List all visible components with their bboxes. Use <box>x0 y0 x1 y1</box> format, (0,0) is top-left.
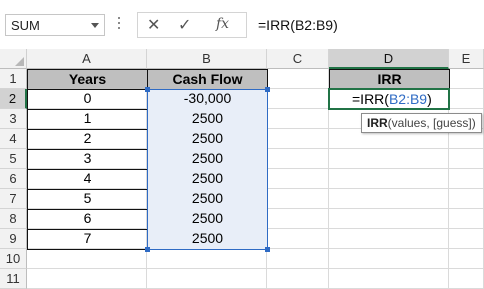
grid-cell[interactable] <box>449 189 484 209</box>
header-cash-flow[interactable]: Cash Flow <box>147 69 268 90</box>
grid-cell[interactable] <box>329 249 449 269</box>
cash-flow-cell[interactable]: 2500 <box>147 189 268 210</box>
year-cell[interactable]: 3 <box>27 149 148 170</box>
grid-cell[interactable] <box>267 189 329 209</box>
year-cell[interactable]: 5 <box>27 189 148 210</box>
edit-range-ref: B2:B9 <box>388 91 428 107</box>
row-header[interactable]: 11 <box>0 269 27 289</box>
year-cell[interactable]: 0 <box>27 89 148 110</box>
row-header[interactable]: 3 <box>0 109 27 129</box>
grid-cell[interactable] <box>147 249 267 269</box>
formula-buttons: ✕ ✓ fx <box>137 12 247 38</box>
year-cell[interactable]: 1 <box>27 109 148 130</box>
column-header-c[interactable]: C <box>267 49 329 69</box>
grid-cell[interactable] <box>449 269 484 289</box>
row-header[interactable]: 8 <box>0 209 27 229</box>
tooltip-function-name[interactable]: IRR <box>367 116 388 130</box>
grid-cell[interactable] <box>267 109 329 129</box>
function-tooltip[interactable]: IRR(values, [guess]) <box>361 113 482 133</box>
grid-cell[interactable] <box>449 149 484 169</box>
grid-cell[interactable] <box>449 89 484 109</box>
cash-flow-cell[interactable]: 2500 <box>147 129 268 150</box>
cash-flow-cell[interactable]: 2500 <box>147 229 268 250</box>
grid-cell[interactable] <box>267 89 329 109</box>
formula-bar: SUM ✕ ✓ fx =IRR(B2:B9) <box>0 0 484 46</box>
cash-flow-cell[interactable]: 2500 <box>147 209 268 230</box>
cell-edit-text: =IRR(B2:B9) <box>352 90 432 109</box>
grid-cell[interactable] <box>329 229 449 249</box>
cash-flow-cell[interactable]: 2500 <box>147 109 268 130</box>
grid-cell[interactable] <box>267 209 329 229</box>
column-header-d[interactable]: D <box>329 49 449 69</box>
cash-flow-cell[interactable]: -30,000 <box>147 89 268 110</box>
grid-cell[interactable] <box>329 189 449 209</box>
grid-cell[interactable] <box>147 269 267 289</box>
row-header[interactable]: 5 <box>0 149 27 169</box>
cancel-icon[interactable]: ✕ <box>147 15 160 35</box>
header-years[interactable]: Years <box>27 69 148 90</box>
insert-function-icon[interactable]: fx <box>216 16 229 32</box>
drag-handle-icon[interactable] <box>118 17 121 33</box>
grid-cell[interactable] <box>27 269 147 289</box>
header-irr[interactable]: IRR <box>329 69 450 90</box>
grid-cell[interactable] <box>329 149 449 169</box>
grid-cell[interactable] <box>329 169 449 189</box>
grid-cell[interactable] <box>27 249 147 269</box>
row-header[interactable]: 10 <box>0 249 27 269</box>
year-cell[interactable]: 7 <box>27 229 148 250</box>
edit-suffix: ) <box>427 91 432 107</box>
grid-cell[interactable] <box>267 69 329 89</box>
column-header-e[interactable]: E <box>449 49 484 69</box>
grid-cell[interactable] <box>449 69 484 89</box>
grid-cell[interactable] <box>449 169 484 189</box>
select-all-button[interactable] <box>0 49 27 69</box>
spreadsheet-grid: A B C D E 1 2 3 4 5 6 7 8 9 10 11 Years … <box>0 49 484 289</box>
year-cell[interactable]: 6 <box>27 209 148 230</box>
grid-cell[interactable] <box>449 229 484 249</box>
grid-cell[interactable] <box>267 229 329 249</box>
cash-flow-cell[interactable]: 2500 <box>147 169 268 190</box>
row-header[interactable]: 2 <box>0 89 27 109</box>
grid-cell[interactable] <box>449 249 484 269</box>
row-header[interactable]: 1 <box>0 69 27 89</box>
edit-prefix: =IRR( <box>352 91 389 107</box>
row-header[interactable]: 7 <box>0 189 27 209</box>
grid-cell[interactable] <box>267 249 329 269</box>
row-header[interactable]: 4 <box>0 129 27 149</box>
enter-icon[interactable]: ✓ <box>178 15 191 35</box>
column-header-b[interactable]: B <box>147 49 267 69</box>
grid-cell[interactable] <box>267 129 329 149</box>
row-header[interactable]: 6 <box>0 169 27 189</box>
grid-cell[interactable] <box>449 209 484 229</box>
formula-input[interactable]: =IRR(B2:B9) <box>256 14 484 36</box>
tooltip-args: (values, [guess]) <box>387 116 476 130</box>
grid-cell[interactable] <box>329 269 449 289</box>
column-header-a[interactable]: A <box>27 49 147 69</box>
name-box-value: SUM <box>11 18 40 33</box>
grid-cell[interactable] <box>267 149 329 169</box>
grid-cell[interactable] <box>267 269 329 289</box>
chevron-down-icon[interactable] <box>91 23 99 28</box>
year-cell[interactable]: 2 <box>27 129 148 150</box>
row-header[interactable]: 9 <box>0 229 27 249</box>
year-cell[interactable]: 4 <box>27 169 148 190</box>
grid-cell[interactable] <box>329 209 449 229</box>
grid-cell[interactable] <box>267 169 329 189</box>
cash-flow-cell[interactable]: 2500 <box>147 149 268 170</box>
name-box[interactable]: SUM <box>5 14 105 36</box>
